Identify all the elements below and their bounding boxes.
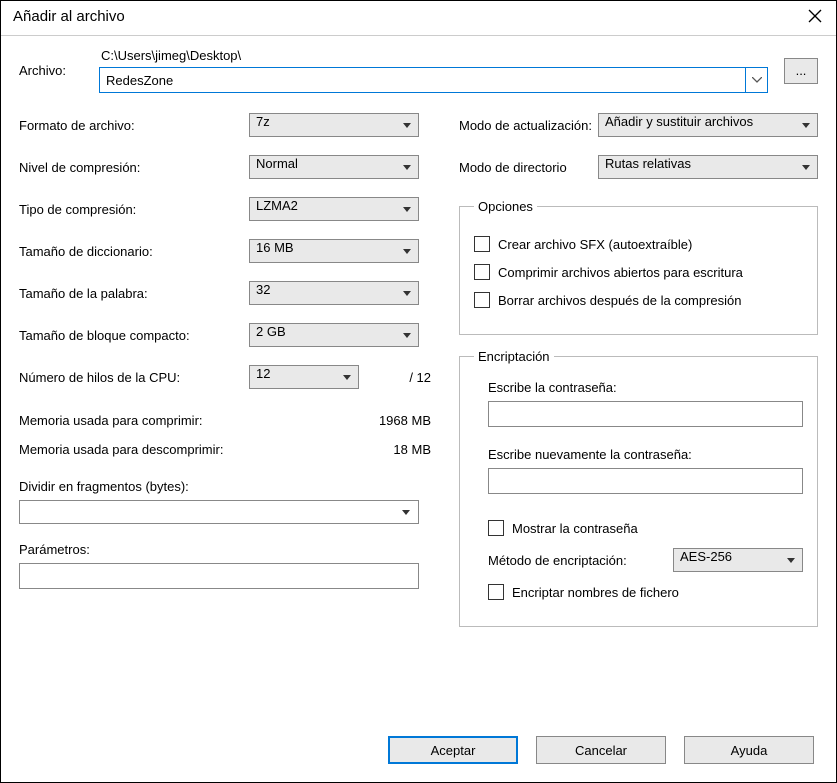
help-button[interactable]: Ayuda [684, 736, 814, 764]
close-icon [808, 9, 822, 23]
enc-method-label: Método de encriptación: [488, 553, 673, 568]
path-mode-label: Modo de directorio [459, 160, 598, 175]
encryption-legend: Encriptación [474, 349, 554, 364]
params-input[interactable] [19, 563, 419, 589]
browse-button[interactable]: ... [784, 58, 818, 84]
params-label: Parámetros: [19, 542, 435, 557]
dictionary-select[interactable]: 16 MB [249, 239, 419, 263]
show-password-label: Mostrar la contraseña [512, 521, 638, 536]
archive-name-input[interactable] [99, 67, 746, 93]
level-select[interactable]: Normal [249, 155, 419, 179]
mem-decompress-label: Memoria usada para descomprimir: [19, 442, 223, 457]
dictionary-label: Tamaño de diccionario: [19, 244, 249, 259]
mem-compress-label: Memoria usada para comprimir: [19, 413, 203, 428]
cancel-button[interactable]: Cancelar [536, 736, 666, 764]
word-label: Tamaño de la palabra: [19, 286, 249, 301]
encryption-fieldset: Encriptación Escribe la contraseña: Escr… [459, 349, 818, 627]
cpu-total: / 12 [409, 370, 435, 385]
close-button[interactable] [806, 7, 824, 25]
cpu-select[interactable]: 12 [249, 365, 359, 389]
split-label: Dividir en fragmentos (bytes): [19, 479, 435, 494]
archive-label: Archivo: [19, 63, 99, 78]
method-select[interactable]: LZMA2 [249, 197, 419, 221]
path-mode-select[interactable]: Rutas relativas [598, 155, 818, 179]
format-label: Formato de archivo: [19, 118, 249, 133]
method-label: Tipo de compresión: [19, 202, 249, 217]
shared-checkbox[interactable] [474, 264, 490, 280]
ok-button[interactable]: Aceptar [388, 736, 518, 764]
mem-compress-value: 1968 MB [379, 413, 431, 428]
encrypt-names-label: Encriptar nombres de fichero [512, 585, 679, 600]
enc-method-select[interactable]: AES-256 [673, 548, 803, 572]
update-mode-label: Modo de actualización: [459, 118, 598, 133]
block-select[interactable]: 2 GB [249, 323, 419, 347]
options-legend: Opciones [474, 199, 537, 214]
show-password-checkbox[interactable] [488, 520, 504, 536]
sfx-label: Crear archivo SFX (autoextraíble) [498, 237, 692, 252]
mem-decompress-value: 18 MB [393, 442, 431, 457]
format-select[interactable]: 7z [249, 113, 419, 137]
password-label: Escribe la contraseña: [488, 380, 803, 395]
level-label: Nivel de compresión: [19, 160, 249, 175]
delete-label: Borrar archivos después de la compresión [498, 293, 742, 308]
block-label: Tamaño de bloque compacto: [19, 328, 249, 343]
encrypt-names-checkbox[interactable] [488, 584, 504, 600]
shared-label: Comprimir archivos abiertos para escritu… [498, 265, 743, 280]
chevron-down-icon [752, 77, 762, 83]
dialog-title: Añadir al archivo [13, 8, 125, 25]
password-input[interactable] [488, 401, 803, 427]
sfx-checkbox[interactable] [474, 236, 490, 252]
password2-input[interactable] [488, 468, 803, 494]
password2-label: Escribe nuevamente la contraseña: [488, 447, 803, 462]
split-combo[interactable] [19, 500, 419, 524]
update-mode-select[interactable]: Añadir y sustituir archivos [598, 113, 818, 137]
archive-dropdown-button[interactable] [746, 67, 768, 93]
delete-checkbox[interactable] [474, 292, 490, 308]
options-fieldset: Opciones Crear archivo SFX (autoextraíbl… [459, 199, 818, 335]
archive-path: C:\Users\jimeg\Desktop\ [99, 48, 768, 63]
word-select[interactable]: 32 [249, 281, 419, 305]
cpu-label: Número de hilos de la CPU: [19, 370, 249, 385]
